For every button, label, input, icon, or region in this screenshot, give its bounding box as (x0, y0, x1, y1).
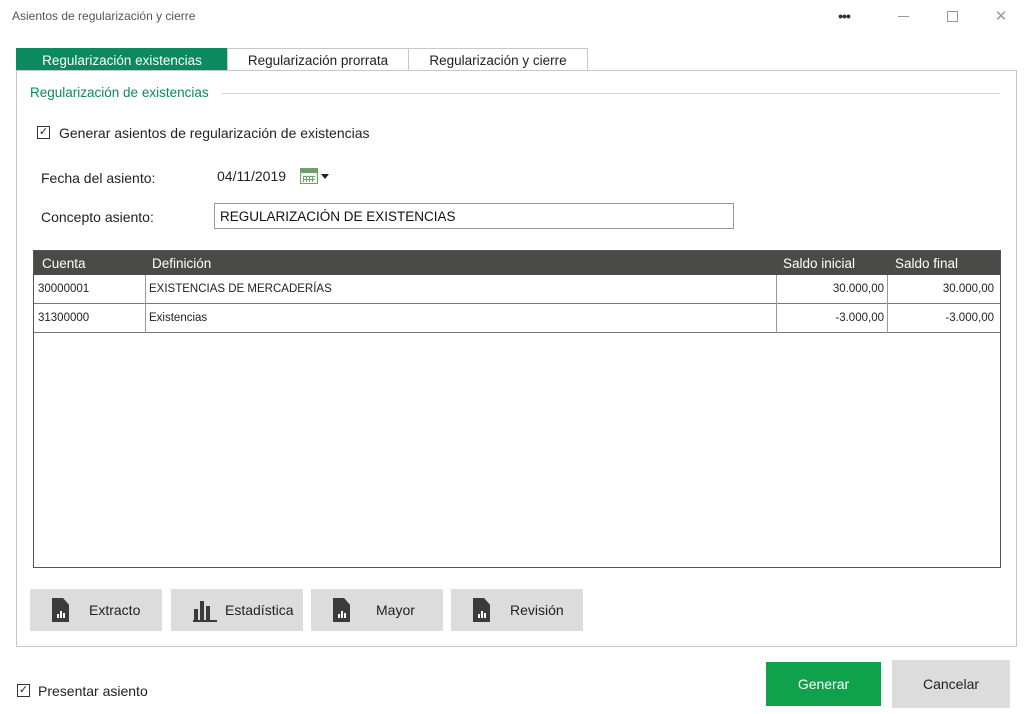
cell-cuenta: 30000001 (38, 283, 90, 295)
cell-saldo-inicial: 30.000,00 (832, 283, 884, 295)
cell-definicion: Existencias (149, 312, 208, 324)
cell-definicion: EXISTENCIAS DE MERCADERÍAS (149, 283, 332, 295)
title-bar: Asientos de regularización y cierre ••• … (0, 0, 1024, 34)
concepto-input[interactable] (214, 203, 734, 229)
column-divider (776, 275, 777, 333)
bar-chart-icon (193, 598, 217, 622)
table-row[interactable]: 30000001 EXISTENCIAS DE MERCADERÍAS 30.0… (34, 275, 1000, 304)
close-icon: ✕ (994, 8, 1008, 25)
calendar-dropdown-button[interactable] (300, 165, 338, 187)
more-options-button[interactable]: ••• (829, 4, 859, 28)
minimize-icon (897, 15, 909, 17)
document-chart-icon (473, 598, 490, 622)
document-chart-icon (52, 598, 69, 622)
column-divider (145, 275, 146, 333)
column-header-definicion[interactable]: Definición (152, 256, 211, 271)
window-title: Asientos de regularización y cierre (12, 9, 196, 23)
calendar-icon (300, 168, 318, 184)
grid-header: Cuenta Definición Saldo inicial Saldo fi… (34, 251, 1000, 275)
revision-button-label: Revisión (510, 602, 564, 618)
mayor-button[interactable]: Mayor (311, 589, 443, 631)
close-button[interactable]: ✕ (986, 4, 1016, 28)
table-row[interactable]: 31300000 Existencias -3.000,00 -3.000,00 (34, 304, 1000, 333)
revision-button[interactable]: Revisión (451, 589, 583, 631)
mayor-button-label: Mayor (376, 602, 415, 618)
check-icon: ✓ (38, 126, 49, 138)
cell-saldo-final: -3.000,00 (945, 312, 994, 324)
column-header-saldo-final[interactable]: Saldo final (895, 256, 958, 271)
document-chart-icon (333, 598, 350, 622)
section-title: Regularización de existencias (30, 85, 215, 100)
chevron-down-icon (321, 173, 329, 179)
extracto-button[interactable]: Extracto (30, 589, 162, 631)
column-divider (887, 275, 888, 333)
estadistica-button-label: Estadística (225, 602, 294, 618)
accounts-grid[interactable]: Cuenta Definición Saldo inicial Saldo fi… (33, 250, 1001, 568)
maximize-icon (946, 10, 958, 22)
maximize-button[interactable] (937, 4, 967, 28)
fecha-label: Fecha del asiento: (41, 170, 156, 186)
generate-checkbox[interactable]: ✓ (37, 126, 50, 139)
presentar-checkbox[interactable]: ✓ (17, 684, 30, 697)
tab-regularizacion-existencias[interactable]: Regularización existencias (16, 48, 228, 71)
more-icon: ••• (838, 8, 851, 24)
extracto-button-label: Extracto (89, 602, 141, 618)
presentar-checkbox-label[interactable]: Presentar asiento (38, 683, 148, 699)
minimize-button[interactable] (888, 4, 918, 28)
fecha-field[interactable]: 04/11/2019 (217, 168, 286, 184)
tab-regularizacion-prorrata[interactable]: Regularización prorrata (227, 48, 409, 71)
column-header-cuenta[interactable]: Cuenta (42, 256, 86, 271)
section-divider (222, 93, 1000, 94)
generar-button[interactable]: Generar (766, 662, 881, 706)
cancelar-button[interactable]: Cancelar (892, 660, 1010, 708)
tab-bar: Regularización existencias Regularizació… (16, 48, 588, 71)
generate-checkbox-label[interactable]: Generar asientos de regularización de ex… (59, 125, 370, 141)
check-icon: ✓ (18, 684, 29, 696)
estadistica-button[interactable]: Estadística (171, 589, 303, 631)
cell-saldo-inicial: -3.000,00 (835, 312, 884, 324)
concepto-label: Concepto asiento: (41, 209, 154, 225)
cell-saldo-final: 30.000,00 (942, 283, 994, 295)
tab-regularizacion-cierre[interactable]: Regularización y cierre (408, 48, 588, 71)
cell-cuenta: 31300000 (38, 312, 90, 324)
column-header-saldo-inicial[interactable]: Saldo inicial (783, 256, 855, 271)
